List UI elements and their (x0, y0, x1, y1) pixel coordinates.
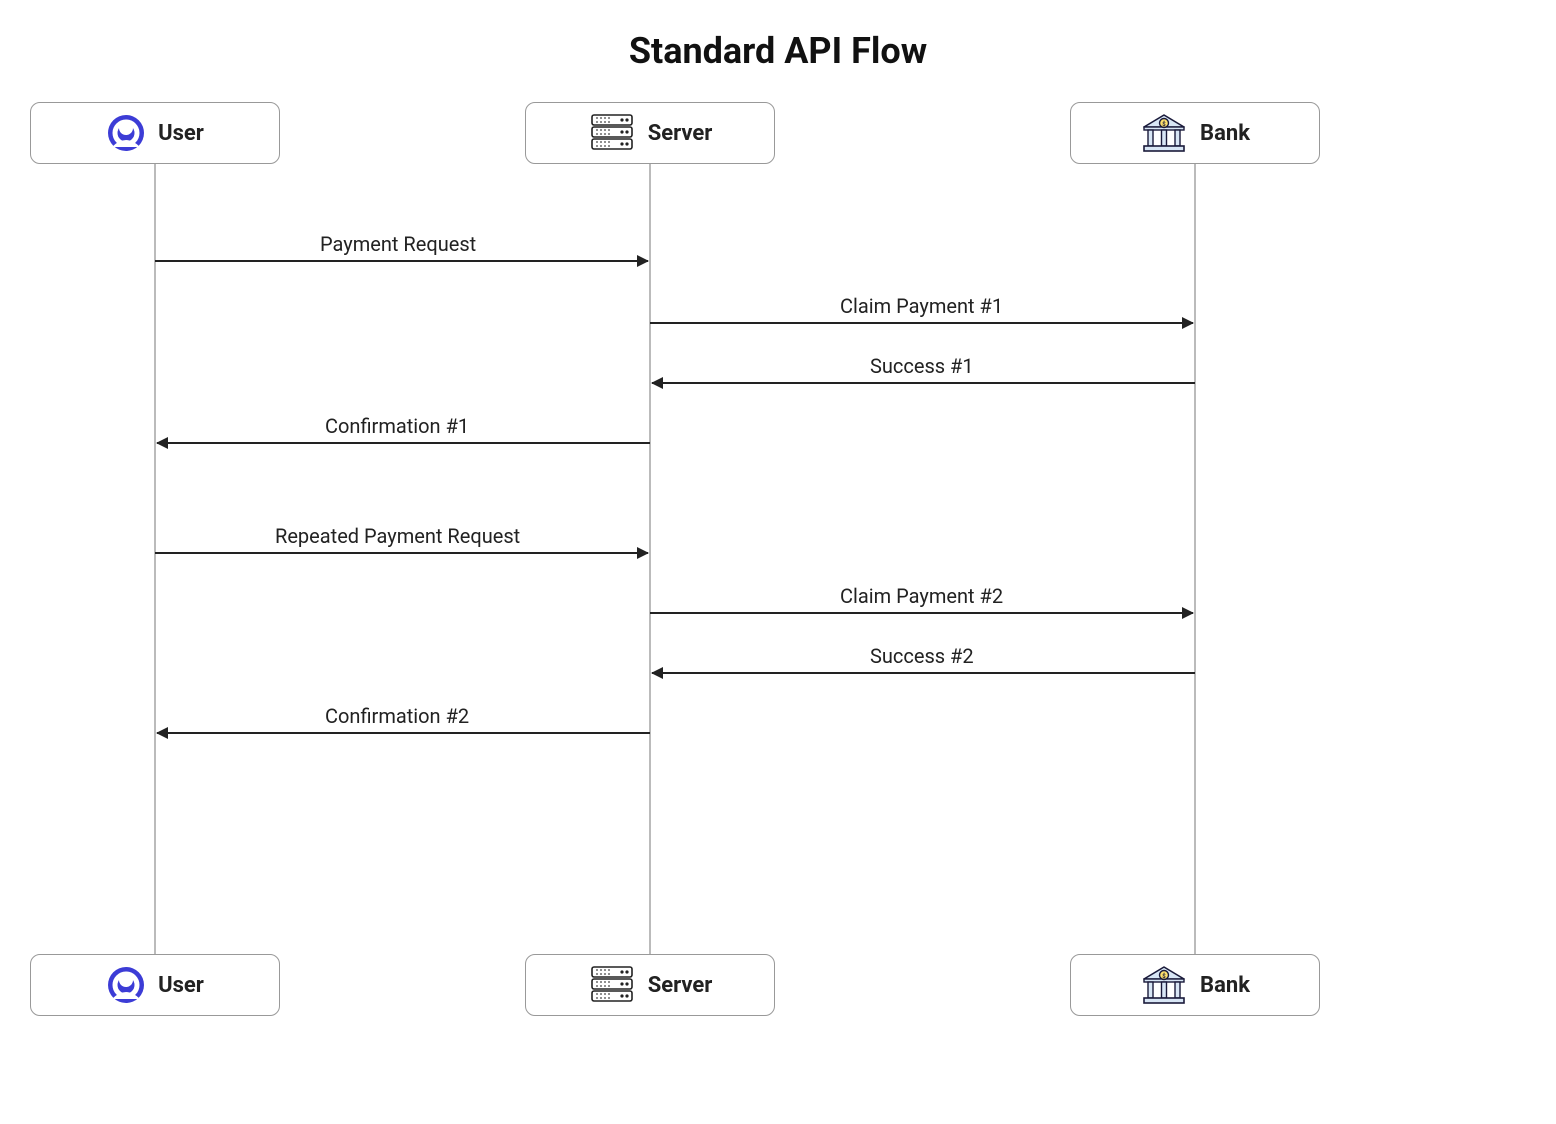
actor-label-server: Server (648, 121, 713, 146)
actor-user-bottom: User (30, 954, 280, 1016)
lifeline-bank (1194, 164, 1196, 954)
msg-arrow-confirmation-2 (157, 732, 650, 734)
actor-bank-bottom: Bank (1070, 954, 1320, 1016)
user-icon (106, 113, 146, 153)
diagram-title: Standard API Flow (30, 30, 1526, 72)
msg-arrow-success-2 (652, 672, 1195, 674)
msg-arrow-success-1 (652, 382, 1195, 384)
sequence-diagram: User Server Bank User Server Bank Paymen… (30, 102, 1526, 1022)
actor-label-server-b: Server (648, 973, 713, 998)
msg-label-payment-request: Payment Request (320, 232, 476, 256)
actor-label-user: User (158, 121, 204, 146)
actor-server-bottom: Server (525, 954, 775, 1016)
lifeline-server (649, 164, 651, 954)
msg-label-confirmation-1: Confirmation #1 (325, 414, 469, 438)
actor-label-bank-b: Bank (1200, 973, 1250, 998)
msg-label-repeated-request: Repeated Payment Request (275, 524, 520, 548)
msg-label-claim-2: Claim Payment #2 (840, 584, 1003, 608)
actor-label-user-b: User (158, 973, 204, 998)
msg-arrow-claim-2 (650, 612, 1193, 614)
msg-label-success-1: Success #1 (870, 354, 974, 378)
msg-label-claim-1: Claim Payment #1 (840, 294, 1003, 318)
actor-label-bank: Bank (1200, 121, 1250, 146)
msg-label-confirmation-2: Confirmation #2 (325, 704, 469, 728)
user-icon (106, 965, 146, 1005)
msg-arrow-claim-1 (650, 322, 1193, 324)
actor-user-top: User (30, 102, 280, 164)
actor-bank-top: Bank (1070, 102, 1320, 164)
bank-icon (1140, 965, 1188, 1005)
msg-arrow-payment-request (155, 260, 648, 262)
bank-icon (1140, 113, 1188, 153)
actor-server-top: Server (525, 102, 775, 164)
server-icon (588, 965, 636, 1005)
msg-arrow-repeated-request (155, 552, 648, 554)
lifeline-user (154, 164, 156, 954)
msg-arrow-confirmation-1 (157, 442, 650, 444)
msg-label-success-2: Success #2 (870, 644, 974, 668)
server-icon (588, 113, 636, 153)
